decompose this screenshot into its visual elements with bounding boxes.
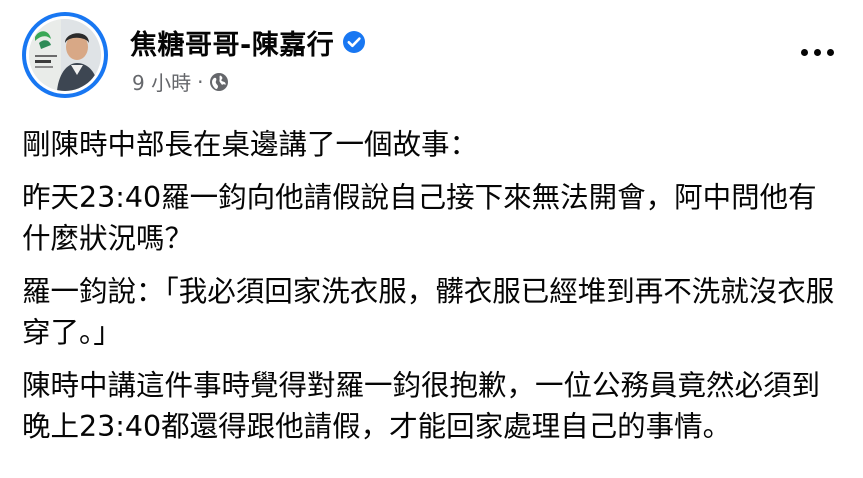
post-paragraph: 昨天23:40羅一鈞向他請假說自己接下來無法開會，阿中問他有什麼狀況嗎？: [22, 181, 817, 255]
post-meta: 9 小時 ·: [132, 67, 229, 96]
facebook-post: 焦糖哥哥-陳嘉行 9 小時 · 剛陳時中部長在桌邊講了一個故事： 昨天23:40…: [0, 0, 863, 478]
more-options-button[interactable]: [792, 34, 842, 70]
post-paragraph: 剛陳時中部長在桌邊講了一個故事：: [22, 128, 479, 161]
post-header: 焦糖哥哥-陳嘉行 9 小時 ·: [22, 12, 842, 102]
avatar-image: [29, 19, 101, 91]
avatar: [29, 19, 101, 91]
post-timestamp[interactable]: 9 小時: [132, 67, 191, 96]
author-avatar-link[interactable]: [22, 12, 108, 98]
more-options-icon: [800, 48, 808, 56]
globe-icon[interactable]: [209, 72, 229, 92]
more-options-icon-dot: [826, 48, 834, 56]
post-paragraph: 羅一鈞說：「我必須回家洗衣服，髒衣服已經堆到再不洗就沒衣服穿了。」: [22, 275, 835, 349]
author-name[interactable]: 焦糖哥哥-陳嘉行: [130, 23, 334, 62]
post-paragraph: 陳時中講這件事時覺得對羅一鈞很抱歉，一位公務員竟然必須到晚上23:40都還得跟他…: [22, 369, 821, 443]
author-row: 焦糖哥哥-陳嘉行: [130, 22, 366, 62]
verified-badge-icon: [342, 30, 366, 54]
more-options-icon-dot: [813, 48, 821, 56]
post-body: 剛陳時中部長在桌邊講了一個故事： 昨天23:40羅一鈞向他請假說自己接下來無法開…: [22, 124, 842, 459]
meta-separator: ·: [197, 69, 204, 94]
